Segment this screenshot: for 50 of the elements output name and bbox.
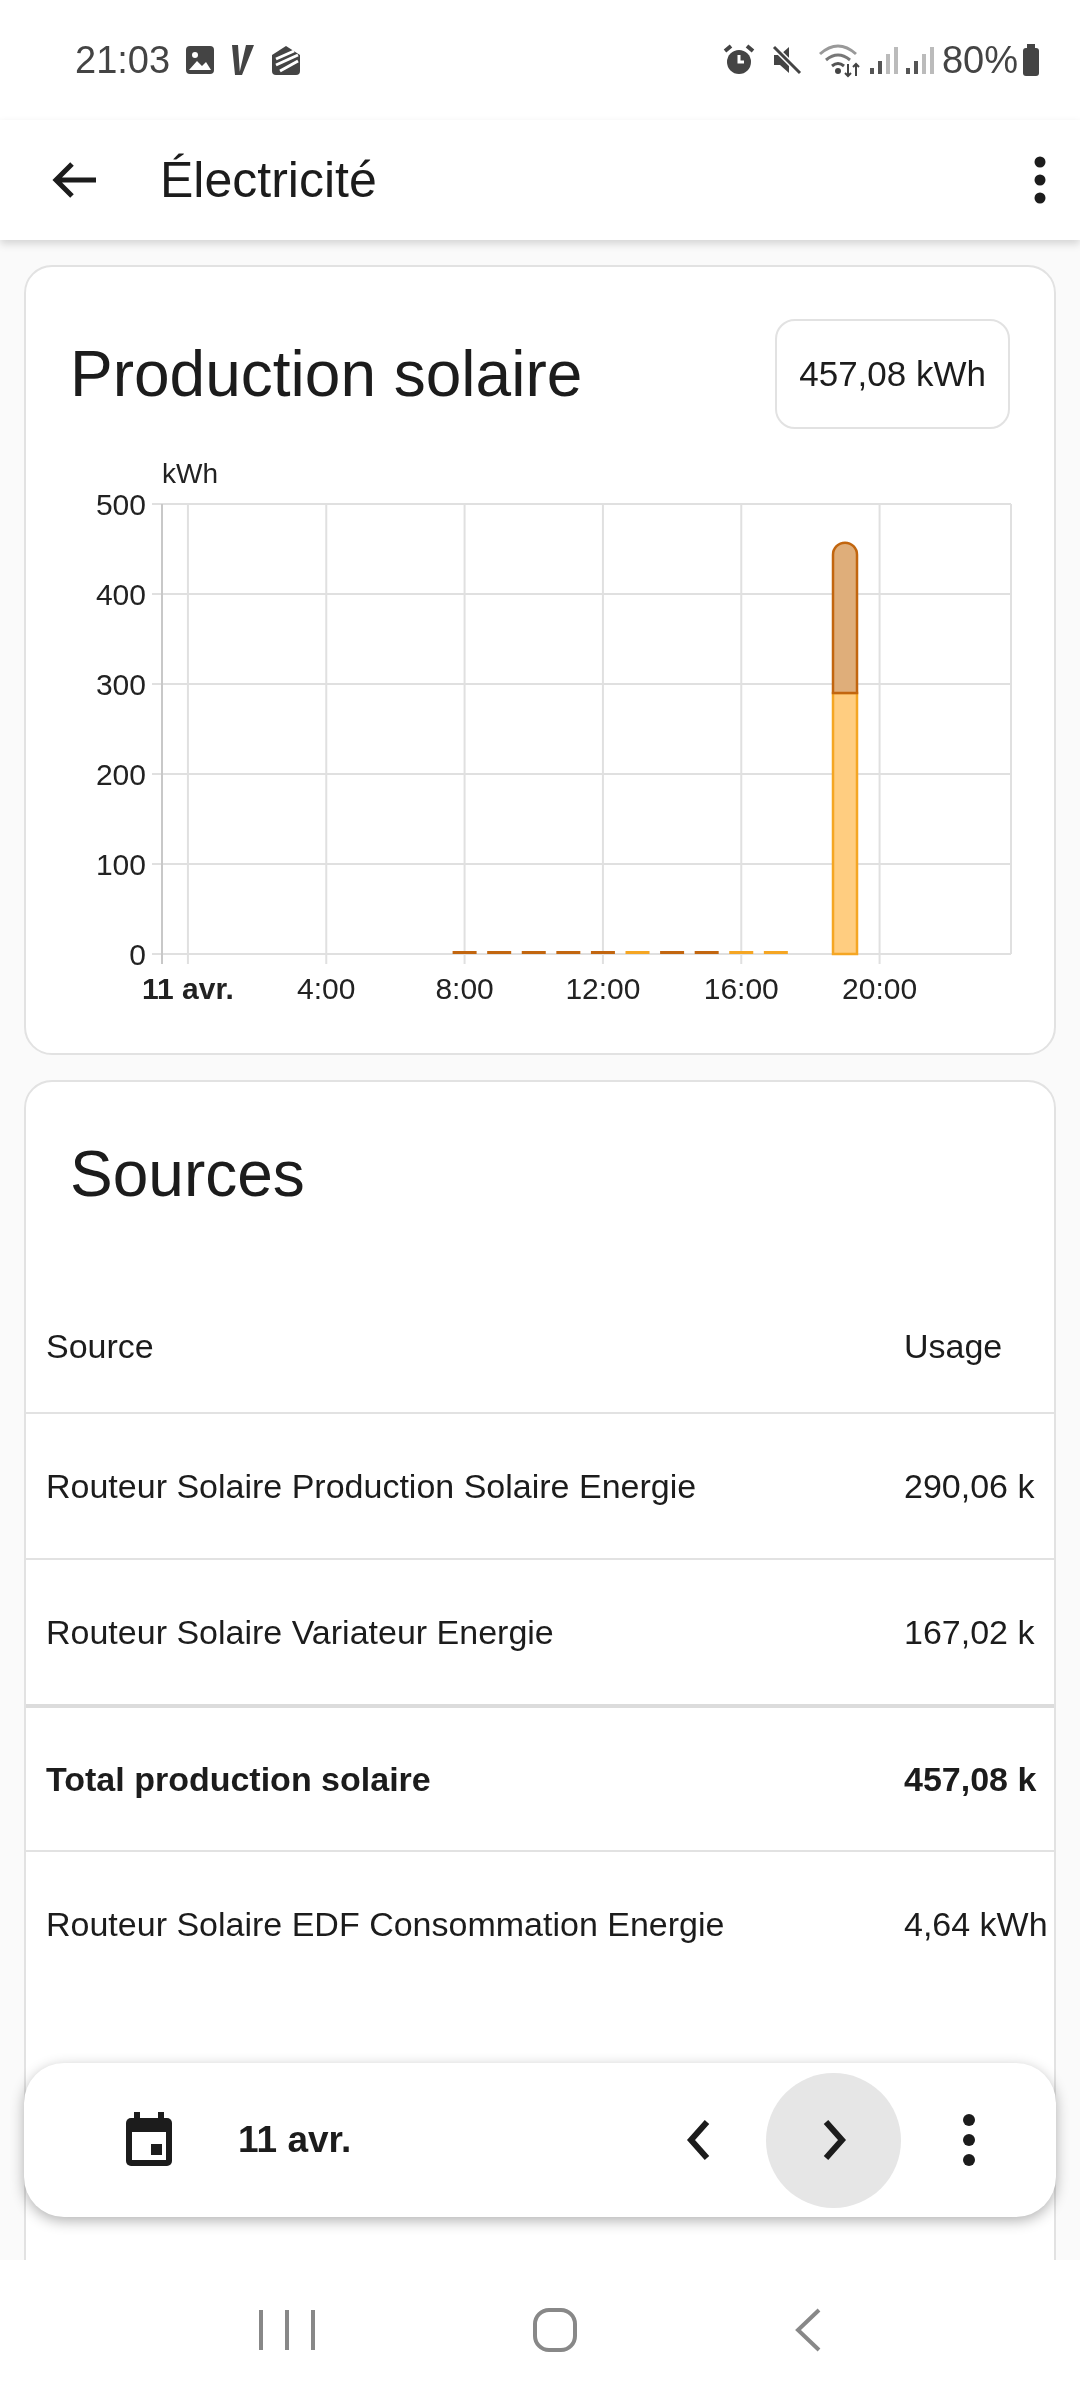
axis-label: 4:00 xyxy=(297,972,356,1005)
bar xyxy=(763,951,788,954)
axis-label: 11 avr. xyxy=(142,972,234,1005)
bar xyxy=(487,951,512,954)
axis-label: 20:00 xyxy=(842,972,918,1005)
table-cell: Routeur Solaire EDF Consommation Energie xyxy=(46,1904,725,1943)
table-cell: Total production solaire xyxy=(46,1759,431,1798)
axis-label: 200 xyxy=(95,758,146,791)
clock-time: 21:03 xyxy=(75,37,171,83)
table-cell: Routeur Solaire Production Solaire Energie xyxy=(46,1466,697,1505)
battery-percent: 80% xyxy=(941,37,1018,83)
bar xyxy=(452,951,477,954)
axis-label: 0 xyxy=(129,938,146,971)
card-title: Sources xyxy=(70,1138,305,1210)
axis-label: 100 xyxy=(95,848,146,881)
axis-label: 16:00 xyxy=(703,972,779,1005)
bar xyxy=(521,951,546,954)
bar xyxy=(694,951,719,954)
page-title: Électricité xyxy=(160,150,378,210)
table-cell: 167,02 k xyxy=(904,1612,1035,1651)
signal-icon xyxy=(867,44,898,76)
axis-label: 400 xyxy=(95,578,146,611)
axis-label: 12:00 xyxy=(565,972,641,1005)
column-header: Source xyxy=(46,1326,154,1365)
bar xyxy=(590,951,615,954)
table-cell: 4,64 kWh xyxy=(904,1904,1048,1943)
table-cell: Routeur Solaire Variateur Energie xyxy=(46,1612,554,1651)
total-badge: 457,08 kWh xyxy=(775,319,1010,429)
axis-title: kWh xyxy=(162,459,218,489)
card-title: Production solaire xyxy=(70,342,583,406)
bar xyxy=(660,951,685,954)
home-icon[interactable] xyxy=(532,2307,578,2353)
alarm-icon xyxy=(721,43,756,77)
column-header: Usage xyxy=(904,1326,1003,1365)
axis-label: 300 xyxy=(95,668,146,701)
wifi-icon xyxy=(817,42,862,78)
date-label: 11 avr. xyxy=(238,2118,353,2163)
table-cell: 457,08 k xyxy=(904,1759,1037,1798)
battery-icon xyxy=(1022,43,1040,77)
table-cell: 290,06 k xyxy=(904,1466,1035,1505)
bar xyxy=(556,951,581,954)
calendar-icon[interactable] xyxy=(124,2112,174,2168)
bar xyxy=(729,951,754,954)
recent-apps-icon[interactable] xyxy=(257,2308,318,2352)
slash-logo-icon xyxy=(230,43,257,77)
bar xyxy=(625,951,650,954)
image-icon xyxy=(184,44,217,76)
axis-label: 500 xyxy=(95,488,146,521)
signal-icon xyxy=(903,44,934,76)
axis-label: 8:00 xyxy=(435,972,494,1005)
